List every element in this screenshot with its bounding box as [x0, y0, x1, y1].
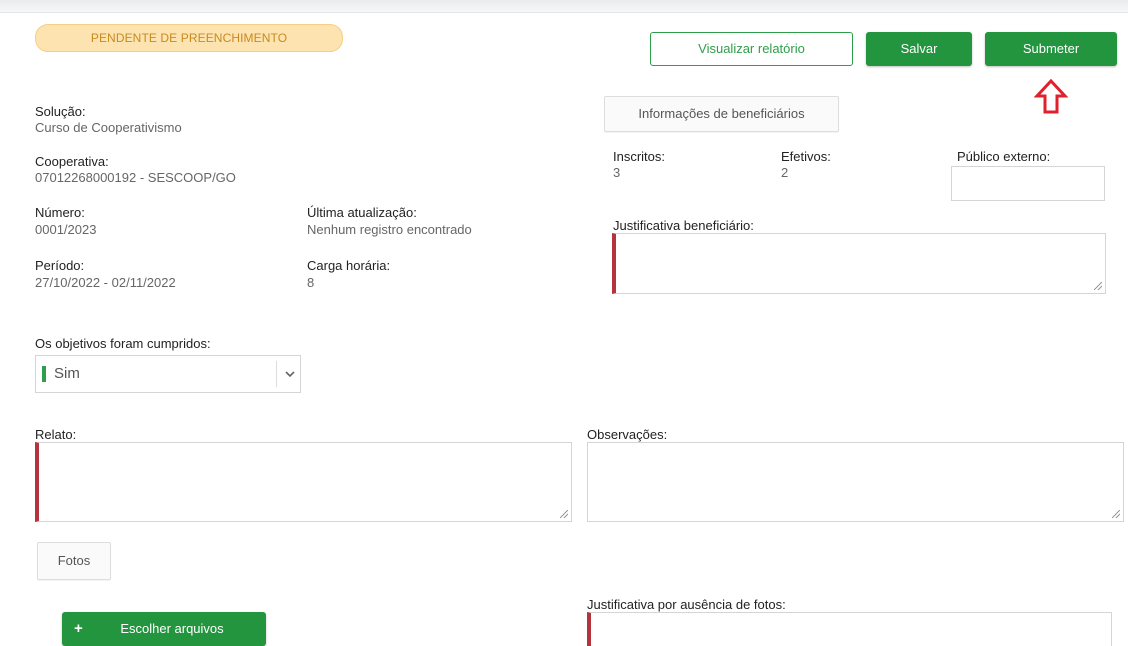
publico-externo-label: Público externo: [957, 149, 1051, 164]
photo-justification-label: Justificativa por ausência de fotos: [587, 597, 786, 612]
solucao-value: Curso de Cooperativismo [35, 120, 182, 135]
photo-justification-textarea[interactable] [587, 612, 1112, 646]
observacoes-textarea[interactable] [587, 442, 1124, 522]
periodo-label: Período: [35, 258, 85, 273]
resize-grip-icon[interactable] [1094, 282, 1102, 290]
status-badge: PENDENTE DE PREENCHIMENTO [35, 24, 343, 52]
ultima-atualizacao-value: Nenhum registro encontrado [307, 222, 472, 237]
submit-button[interactable]: Submeter [985, 32, 1117, 66]
relato-textarea[interactable] [35, 442, 572, 522]
view-report-button[interactable]: Visualizar relatório [650, 32, 853, 66]
cooperativa-value: 07012268000192 - SESCOOP/GO [35, 170, 236, 185]
choose-files-label: Escolher arquivos [120, 621, 224, 636]
efetivos-value: 2 [781, 165, 789, 180]
inscritos-label: Inscritos: [613, 149, 666, 164]
numero-value: 0001/2023 [35, 222, 97, 237]
select-accent-bar [42, 366, 46, 382]
resize-grip-icon[interactable] [1112, 510, 1120, 518]
carga-horaria-label: Carga horária: [307, 258, 391, 273]
resize-grip-icon[interactable] [560, 510, 568, 518]
observacoes-label: Observações: [587, 427, 668, 442]
tab-fotos[interactable]: Fotos [37, 542, 111, 580]
objectives-selected-value: Sim [54, 365, 80, 382]
select-divider [276, 361, 277, 387]
carga-horaria-value: 8 [307, 275, 315, 290]
choose-files-button[interactable]: + Escolher arquivos [62, 612, 266, 646]
objectives-select[interactable]: Sim [35, 355, 301, 393]
beneficiaries-info-button[interactable]: Informações de beneficiários [604, 96, 839, 132]
periodo-value: 27/10/2022 - 02/11/2022 [35, 275, 176, 290]
relato-label: Relato: [35, 427, 77, 442]
justificativa-beneficiario-textarea[interactable] [612, 233, 1106, 294]
top-divider [0, 0, 1128, 13]
solucao-label: Solução: [35, 104, 86, 119]
inscritos-value: 3 [613, 165, 621, 180]
chevron-down-icon[interactable] [284, 367, 296, 381]
justificativa-beneficiario-label: Justificativa beneficiário: [613, 218, 754, 233]
cooperativa-label: Cooperativa: [35, 154, 109, 169]
save-button[interactable]: Salvar [866, 32, 972, 66]
publico-externo-input[interactable] [951, 166, 1105, 201]
efetivos-label: Efetivos: [781, 149, 831, 164]
arrow-up-outline-icon [1034, 78, 1068, 114]
numero-label: Número: [35, 205, 85, 220]
ultima-atualizacao-label: Última atualização: [307, 205, 417, 220]
objectives-label: Os objetivos foram cumpridos: [35, 336, 211, 351]
